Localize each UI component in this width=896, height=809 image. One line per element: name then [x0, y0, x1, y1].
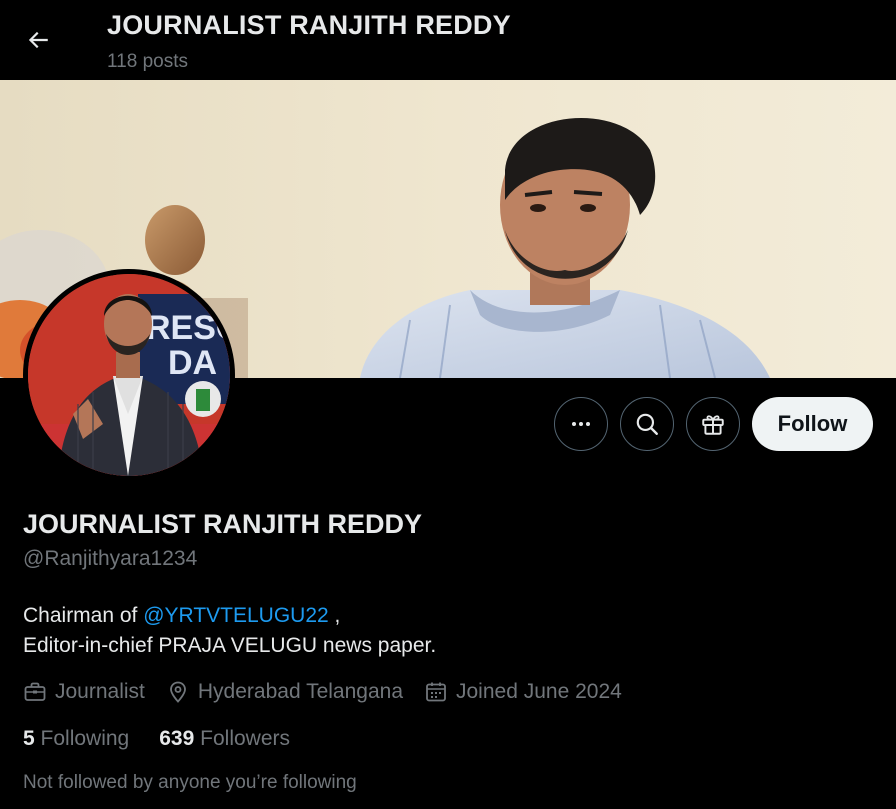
following-label: Following	[40, 727, 130, 750]
bio-suffix: ,	[328, 604, 341, 627]
category-text: Journalist	[55, 680, 145, 703]
more-options-button[interactable]	[554, 397, 608, 451]
followers-link[interactable]: 639 Followers	[159, 727, 290, 751]
calendar-icon	[426, 682, 446, 702]
follow-stats: 5 Following 639 Followers	[23, 727, 320, 751]
gift-icon	[702, 415, 724, 435]
profile-meta: Journalist Hyderabad Telangana Joined Ju…	[23, 678, 643, 706]
profile-category: Journalist	[23, 680, 145, 704]
following-link[interactable]: 5 Following	[23, 727, 129, 751]
location-text: Hyderabad Telangana	[197, 680, 403, 703]
avatar-photo: RESC DA	[28, 274, 230, 476]
joined-text: Joined June 2024	[456, 680, 622, 703]
bio-line-1: Chairman of @YRTVTELUGU22 ,	[23, 601, 436, 631]
bio-mention-link[interactable]: @YRTVTELUGU22	[143, 604, 328, 627]
follow-button[interactable]: Follow	[752, 397, 873, 451]
search-profile-button[interactable]	[620, 397, 674, 451]
profile-display-name: JOURNALIST RANJITH REDDY	[23, 509, 423, 539]
not-followed-notice: Not followed by anyone you’re following	[23, 772, 357, 793]
bio-prefix: Chairman of	[23, 604, 144, 627]
followers-count: 639	[159, 727, 195, 750]
profile-handle: @Ranjithyara1234	[23, 547, 198, 570]
profile-header: JOURNALIST RANJITH REDDY 118 posts	[0, 0, 896, 80]
more-dots-icon	[572, 422, 590, 426]
gift-button[interactable]	[686, 397, 740, 451]
followers-label: Followers	[200, 727, 290, 750]
header-title: JOURNALIST RANJITH REDDY	[107, 10, 511, 40]
profile-joined: Joined June 2024	[424, 680, 622, 704]
profile-bio: Chairman of @YRTVTELUGU22 , Editor-in-ch…	[23, 601, 436, 661]
following-count: 5	[23, 727, 35, 750]
location-pin-icon	[169, 681, 186, 703]
arrow-left-icon	[28, 31, 48, 49]
posts-count: 118 posts	[107, 51, 188, 72]
avatar-backdrop-text-2: DA	[168, 344, 217, 382]
bio-line-2: Editor-in-chief PRAJA VELUGU news paper.	[23, 634, 437, 657]
briefcase-icon	[24, 682, 46, 701]
profile-avatar[interactable]: RESC DA	[23, 269, 235, 481]
search-icon	[636, 413, 658, 435]
back-button[interactable]	[18, 20, 58, 60]
profile-location: Hyderabad Telangana	[166, 680, 403, 704]
